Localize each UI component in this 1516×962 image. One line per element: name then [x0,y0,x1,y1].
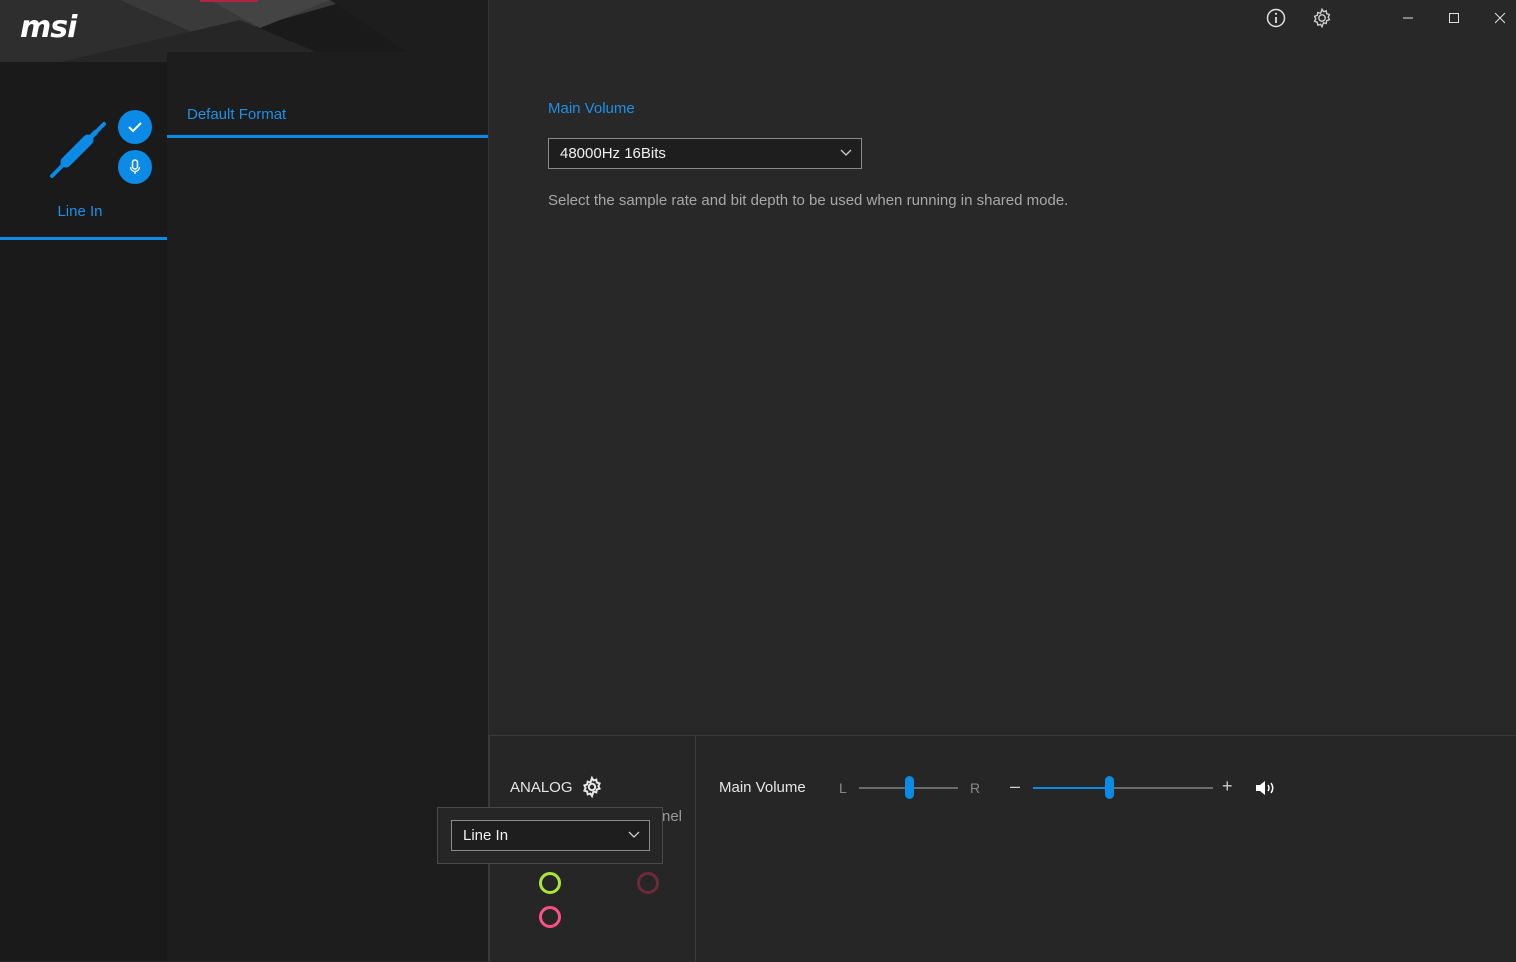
obscured-label: nel [662,808,683,825]
device-dropdown-popup: Line In [437,807,663,864]
settings-button[interactable] [1307,3,1337,33]
maximize-icon [1449,13,1459,23]
analog-label: ANALOG [510,779,573,796]
minimize-icon [1403,17,1413,19]
info-button[interactable] [1261,3,1291,33]
chevron-down-icon [840,149,852,156]
maximize-button[interactable] [1439,3,1469,33]
format-description: Select the sample rate and bit depth to … [548,192,1069,209]
chevron-down-icon [628,831,640,838]
balance-left-label: L [839,780,847,796]
format-select-value: 48000Hz 16Bits [560,145,666,162]
close-button[interactable] [1485,3,1515,33]
microphone-icon [118,150,152,184]
volume-decrease-button[interactable]: – [1010,776,1020,797]
volume-increase-button[interactable]: + [1222,776,1233,797]
format-select[interactable]: 48000Hz 16Bits [548,138,862,169]
analog-settings-gear-icon[interactable] [580,775,604,799]
main-content [488,0,1516,735]
main-volume-label: Main Volume [719,779,806,796]
audio-jack-icon [50,122,106,178]
dark-red-jack[interactable] [637,872,659,894]
device-select-value: Line In [463,827,509,844]
section-label: Main Volume [548,100,635,117]
device-active-indicator [0,237,167,240]
balance-slider-thumb[interactable] [905,776,914,799]
balance-right-label: R [970,780,981,796]
device-select[interactable]: Line In [451,820,650,851]
device-label: Line In [57,203,103,220]
bottom-panel-divider [695,735,696,961]
minimize-button[interactable] [1393,3,1423,33]
info-icon [1266,8,1286,28]
tab-label: Default Format [187,106,287,123]
check-icon [118,110,152,144]
tab-default-format[interactable]: Default Format [167,95,488,139]
close-icon [1494,12,1506,24]
speaker-icon[interactable] [1254,778,1276,798]
volume-slider-thumb[interactable] [1105,776,1114,799]
device-item-line-in[interactable]: Line In [0,100,167,240]
pink-jack[interactable] [539,906,561,928]
volume-slider-fill [1033,787,1109,789]
tab-active-indicator [167,135,488,138]
msi-logo: msi [20,10,77,45]
gear-icon [1313,7,1331,29]
green-jack[interactable] [539,872,561,894]
